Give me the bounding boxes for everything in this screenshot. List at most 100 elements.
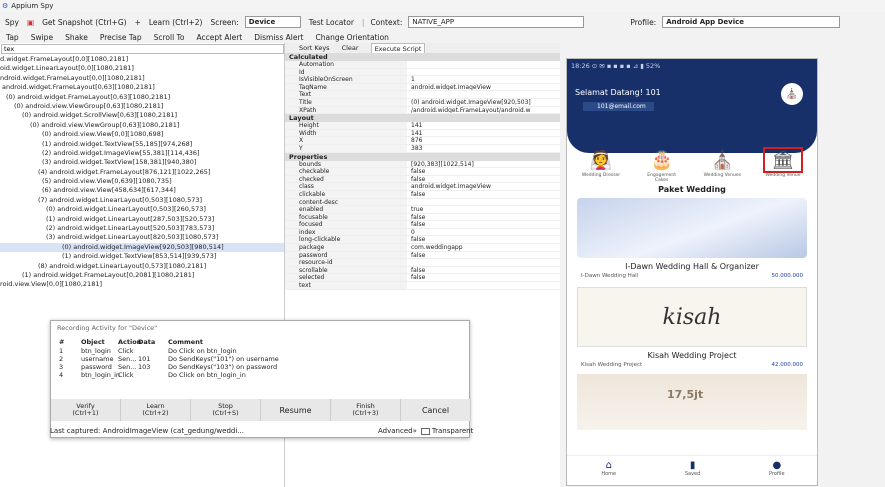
recording-row[interactable]: 3 password Sen... 103 Do SendKeys("103") on … [51, 363, 469, 371]
card3-price-text: 17,5jt [667, 388, 704, 401]
context-select[interactable]: NATIVE_APP [408, 16, 585, 28]
property-value[interactable]: true [407, 206, 560, 213]
recording-row[interactable]: 2 username Sen... 101 Do SendKeys("101") on … [51, 355, 469, 363]
card-image-1[interactable] [577, 198, 807, 258]
property-value[interactable]: 876 [407, 137, 560, 144]
property-value[interactable]: false [407, 267, 560, 274]
tree-node[interactable]: (1) android.widget.TextView[853,514][939… [0, 252, 284, 261]
tree-node[interactable]: d.widget.FrameLayout[0,0][1080,2181] [0, 55, 284, 64]
scroll-to-button[interactable]: Scroll To [154, 33, 185, 42]
precise-tap-button[interactable]: Precise Tap [100, 33, 142, 42]
tree-node[interactable]: (3) android.widget.LinearLayout[820,503]… [0, 233, 284, 242]
property-section-header[interactable]: Calculated [285, 53, 560, 61]
property-value[interactable]: android.widget.ImageView [407, 84, 560, 91]
tree-node[interactable]: (0) android.widget.LinearLayout[0,503][2… [0, 205, 284, 214]
property-value[interactable]: false [407, 274, 560, 281]
recorder-cancel-button[interactable]: Cancel [401, 399, 471, 421]
property-value[interactable]: 0 [407, 229, 560, 236]
recording-row[interactable]: 4 btn_login_in Click Do Click on btn_login_… [51, 371, 469, 379]
advanced-toggle[interactable]: Advanced» [378, 427, 417, 435]
swipe-button[interactable]: Swipe [31, 33, 53, 42]
property-value[interactable] [407, 282, 560, 289]
property-value[interactable]: com.weddingapp [407, 244, 560, 251]
tree-node[interactable]: (8) android.widget.LinearLayout[0,573][1… [0, 262, 284, 271]
tree-node[interactable]: (7) android.widget.LinearLayout[0,503][1… [0, 196, 284, 205]
property-value[interactable] [407, 61, 560, 68]
property-value[interactable] [407, 91, 560, 98]
nav-saved[interactable]: ▮ Saved [685, 456, 700, 485]
tree-node[interactable]: (0) android.widget.ImageView[920,503][98… [0, 242, 284, 253]
property-value[interactable]: false [407, 252, 560, 259]
properties-tab[interactable]: Clear [342, 43, 359, 53]
learn-button[interactable]: Learn (Ctrl+2) [147, 18, 205, 27]
property-value[interactable] [407, 69, 560, 76]
tree-node[interactable]: (4) android.widget.FrameLayout[876,121][… [0, 168, 284, 177]
profile-select[interactable]: Android App Device [662, 16, 841, 28]
nav-profile[interactable]: ● Profile [769, 456, 785, 485]
shake-button[interactable]: Shake [65, 33, 88, 42]
tree-node[interactable]: (3) android.widget.TextView[158,381][940… [0, 158, 284, 167]
tree-node[interactable]: (1) android.widget.LinearLayout[287,503]… [0, 215, 284, 224]
tree-node[interactable]: (2) android.widget.ImageView[55,381][114… [0, 149, 284, 158]
property-value[interactable]: false [407, 191, 560, 198]
nav-home[interactable]: ⌂ Home [601, 456, 616, 485]
recorder-finish-button[interactable]: Finish (Ctrl+3) [331, 399, 401, 421]
change-orientation-button[interactable]: Change Orientation [315, 33, 388, 42]
test-locator-button[interactable]: Test Locator [307, 18, 356, 27]
tree-node[interactable]: (0) android.widget.ScrollView[0,63][1080… [0, 111, 284, 120]
user-email-badge: 101@email.com [583, 102, 654, 111]
category-item[interactable]: ⛪ Wedding Venues [702, 147, 742, 183]
tree-node[interactable]: (6) android.view.View[458,634][617,344] [0, 186, 284, 195]
tree-node[interactable]: (0) android.widget.FrameLayout[0,63][108… [0, 93, 284, 102]
property-value[interactable]: (0) android.widget.ImageView[920,503] [407, 99, 560, 106]
tree-node[interactable]: (2) android.widget.LinearLayout[520,503]… [0, 224, 284, 233]
recorder-stop-button[interactable]: Stop (Ctrl+S) [191, 399, 261, 421]
category-item[interactable]: 🎂 Engagement Cakes [642, 147, 682, 184]
tree-node[interactable]: (0) android.view.ViewGroup[0,63][1080,21… [0, 121, 284, 130]
property-section-header[interactable]: Properties [285, 152, 560, 161]
property-value[interactable]: 141 [407, 130, 560, 137]
card-image-3[interactable]: 17,5jt [577, 374, 807, 430]
properties-tab[interactable]: Sort Keys [299, 43, 330, 53]
recorder-resume-button[interactable]: Resume [261, 399, 331, 421]
property-value[interactable] [407, 199, 560, 206]
properties-tab[interactable]: Execute Script [370, 43, 426, 53]
recorder-verify-button[interactable]: Verify (Ctrl+1) [51, 399, 121, 421]
tree-node[interactable]: (1) android.widget.FrameLayout[0,2081][1… [0, 271, 284, 280]
property-value[interactable]: 383 [407, 145, 560, 152]
property-section-header[interactable]: Layout [285, 114, 560, 123]
category-item[interactable]: 👰 Wedding Dresser [581, 147, 621, 183]
dismiss-alert-button[interactable]: Dismiss Alert [254, 33, 303, 42]
tree-node[interactable]: oid.widget.LinearLayout[0,0][1080,2181] [0, 64, 284, 73]
property-value[interactable]: android.widget.ImageView [407, 183, 560, 190]
accept-alert-button[interactable]: Accept Alert [196, 33, 242, 42]
property-value[interactable]: [920,383][1022,514] [407, 161, 560, 168]
tap-button[interactable]: Tap [6, 33, 19, 42]
device-screenshot[interactable]: 18:26 ⊙ ✉ ▪ ▪ ▪ ▪ ⊿ ▮ 52% Selamat Datang… [566, 58, 818, 486]
tree-node[interactable]: (5) android.view.View[0,639][1080,735] [0, 177, 284, 186]
property-value[interactable]: 1 [407, 76, 560, 83]
property-value[interactable]: 141 [407, 122, 560, 129]
screen-select[interactable]: Device [244, 16, 301, 28]
property-value[interactable]: false [407, 176, 560, 183]
tree-search-input[interactable] [1, 44, 284, 54]
property-value[interactable]: false [407, 236, 560, 243]
tree-node[interactable]: roid.view.View[0,0][1080,2181] [0, 280, 284, 289]
tree-node[interactable]: (0) android.view.ViewGroup[0,63][1080,21… [0, 102, 284, 111]
category-item[interactable]: 🏛 Wedding Venue [762, 147, 803, 183]
card-image-2[interactable]: kisah [577, 287, 807, 347]
property-value[interactable]: false [407, 214, 560, 221]
recording-row[interactable]: 1 btn_login Click Do Click on btn_login [51, 347, 469, 355]
property-value[interactable]: /android.widget.FrameLayout/android.w [407, 107, 560, 114]
property-value[interactable]: false [407, 168, 560, 175]
tree-node[interactable]: android.widget.FrameLayout[0,63][1080,21… [0, 83, 284, 92]
tree-node[interactable]: (1) android.widget.TextView[55,185][974,… [0, 140, 284, 149]
spy-menu[interactable]: Spy [3, 18, 21, 27]
tree-node[interactable]: ndroid.widget.FrameLayout[0,0][1080,2181… [0, 74, 284, 83]
transparent-checkbox[interactable]: Transparent [420, 427, 473, 435]
property-value[interactable] [407, 259, 560, 266]
get-snapshot-button[interactable]: Get Snapshot (Ctrl+G) [40, 18, 129, 27]
tree-node[interactable]: (0) android.view.View[0,0][1080,698] [0, 130, 284, 139]
recorder-learn-button[interactable]: Learn (Ctrl+2) [121, 399, 191, 421]
property-value[interactable]: false [407, 221, 560, 228]
